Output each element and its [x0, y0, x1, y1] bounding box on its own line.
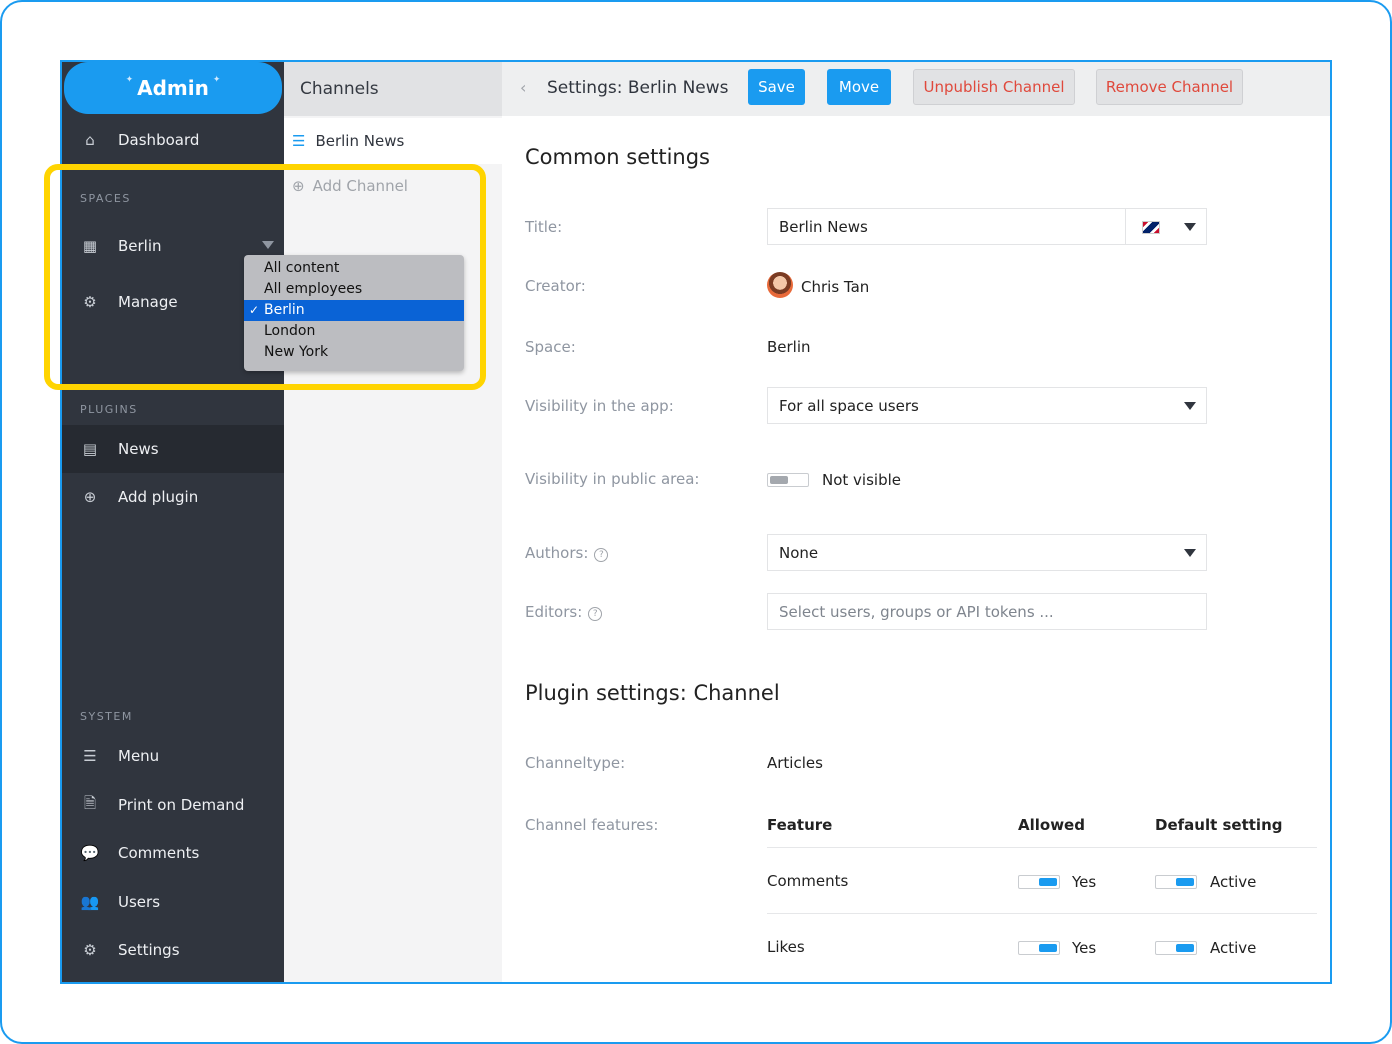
sidebar-item-label: Print on Demand — [118, 796, 245, 814]
help-icon[interactable]: ? — [588, 607, 603, 621]
column-header-allowed: Allowed — [1018, 816, 1085, 834]
uk-flag-icon[interactable] — [1142, 221, 1160, 234]
admin-logo[interactable]: ✦ Admin ✦ — [64, 62, 282, 114]
chevron-down-icon[interactable] — [1184, 223, 1196, 231]
comments-allowed-toggle[interactable] — [1018, 875, 1060, 889]
toggle-knob — [1176, 944, 1194, 952]
sidebar-item-label: Comments — [118, 844, 200, 862]
visibility-app-select[interactable]: For all space users — [767, 387, 1207, 424]
newspaper-icon: ▤ — [82, 440, 98, 458]
authors-label-text: Authors: — [525, 544, 589, 562]
sidebar-item-settings[interactable]: ⚙ Settings — [62, 926, 284, 974]
creator-label: Creator: — [525, 277, 586, 295]
channel-item-label: Berlin News — [315, 132, 405, 150]
document-icon: 🗎 — [83, 793, 97, 812]
help-icon[interactable]: ? — [594, 548, 609, 562]
highlight-frame — [44, 164, 486, 390]
title-input[interactable]: Berlin News — [767, 208, 1207, 245]
speech-bubbles-icon: 💬 — [80, 844, 100, 862]
visibility-public-value: Not visible — [822, 471, 901, 489]
list-icon: ☰ — [292, 132, 306, 150]
sparkle-icon: ✦ — [212, 75, 221, 85]
allowed-value: Yes — [1072, 939, 1097, 957]
page-title: Settings: Berlin News — [547, 78, 729, 98]
visibility-app-label: Visibility in the app: — [525, 397, 674, 415]
move-button[interactable]: Move — [827, 69, 891, 105]
allowed-value: Yes — [1072, 873, 1097, 891]
channels-title: Channels — [300, 79, 379, 99]
common-settings-heading: Common settings — [525, 145, 711, 169]
section-label-system: SYSTEM — [80, 710, 133, 723]
likes-default-toggle[interactable] — [1155, 941, 1197, 955]
space-label: Space: — [525, 338, 576, 356]
channeltype-label: Channeltype: — [525, 754, 626, 772]
authors-value: None — [779, 543, 819, 562]
save-button[interactable]: Save — [748, 69, 805, 105]
feature-name: Likes — [767, 938, 805, 956]
editors-input[interactable]: Select users, groups or API tokens ... — [767, 593, 1207, 630]
title-input-value: Berlin News — [779, 217, 868, 236]
remove-channel-button[interactable]: Remove Channel — [1096, 69, 1243, 105]
toggle-knob — [1176, 878, 1194, 886]
sidebar-item-print-on-demand[interactable]: 🗎 Print on Demand — [62, 781, 284, 829]
avatar — [767, 272, 793, 298]
likes-allowed-toggle[interactable] — [1018, 941, 1060, 955]
toggle-knob — [1039, 944, 1057, 952]
table-divider — [767, 913, 1317, 914]
sidebar-item-comments[interactable]: 💬 Comments — [62, 829, 284, 877]
plugin-settings-heading: Plugin settings: Channel — [525, 681, 780, 705]
visibility-public-toggle[interactable] — [767, 473, 809, 487]
toggle-knob — [770, 476, 788, 484]
plus-circle-icon: ⊕ — [83, 488, 97, 506]
unpublish-channel-button[interactable]: Unpublish Channel — [913, 69, 1075, 105]
sidebar-item-news[interactable]: ▤ News — [62, 425, 284, 473]
channels-header: Channels — [284, 62, 502, 116]
column-header-feature: Feature — [767, 816, 833, 834]
table-divider — [767, 847, 1317, 848]
feature-name: Comments — [767, 872, 849, 890]
sidebar-item-label: Users — [118, 893, 161, 911]
authors-select[interactable]: None — [767, 534, 1207, 571]
toggle-knob — [1039, 878, 1057, 886]
section-label-plugins: PLUGINS — [80, 403, 138, 416]
editors-label: Editors:? — [525, 603, 603, 621]
editors-placeholder: Select users, groups or API tokens ... — [779, 602, 1054, 621]
visibility-app-value: For all space users — [779, 396, 919, 415]
sidebar-item-menu[interactable]: ☰ Menu — [62, 732, 284, 780]
authors-label: Authors:? — [525, 544, 609, 562]
creator-value: Chris Tan — [801, 278, 870, 296]
default-value: Active — [1210, 873, 1257, 891]
field-divider — [1125, 209, 1126, 244]
sidebar-item-label: Add plugin — [118, 488, 199, 506]
toolbar: ‹ Settings: Berlin News Save Move Unpubl… — [502, 62, 1330, 116]
hamburger-icon: ☰ — [83, 747, 97, 765]
channeltype-value: Articles — [767, 754, 823, 772]
admin-title: Admin — [137, 76, 209, 100]
chevron-down-icon — [1184, 549, 1196, 557]
editors-label-text: Editors: — [525, 603, 583, 621]
channel-features-label: Channel features: — [525, 816, 659, 834]
channel-item-berlin-news[interactable]: ☰ Berlin News — [284, 118, 502, 164]
sparkle-icon: ✦ — [125, 75, 134, 85]
sidebar-item-dashboard[interactable]: ⌂ Dashboard — [62, 116, 284, 164]
users-icon: 👥 — [80, 893, 100, 911]
gear-icon: ⚙ — [83, 941, 97, 959]
column-header-default: Default setting — [1155, 816, 1283, 834]
sidebar-item-label: Dashboard — [118, 131, 200, 149]
visibility-public-label: Visibility in public area: — [525, 470, 700, 488]
sidebar-item-add-plugin[interactable]: ⊕ Add plugin — [62, 473, 284, 521]
home-icon: ⌂ — [85, 131, 95, 149]
default-value: Active — [1210, 939, 1257, 957]
chevron-down-icon — [1184, 402, 1196, 410]
sidebar-item-users[interactable]: 👥 Users — [62, 878, 284, 926]
title-label: Title: — [525, 218, 563, 236]
sidebar-item-label: Menu — [118, 747, 160, 765]
comments-default-toggle[interactable] — [1155, 875, 1197, 889]
chevron-left-icon[interactable]: ‹ — [520, 78, 526, 97]
space-value: Berlin — [767, 338, 811, 356]
sidebar-item-label: News — [118, 440, 159, 458]
sidebar-item-label: Settings — [118, 941, 180, 959]
